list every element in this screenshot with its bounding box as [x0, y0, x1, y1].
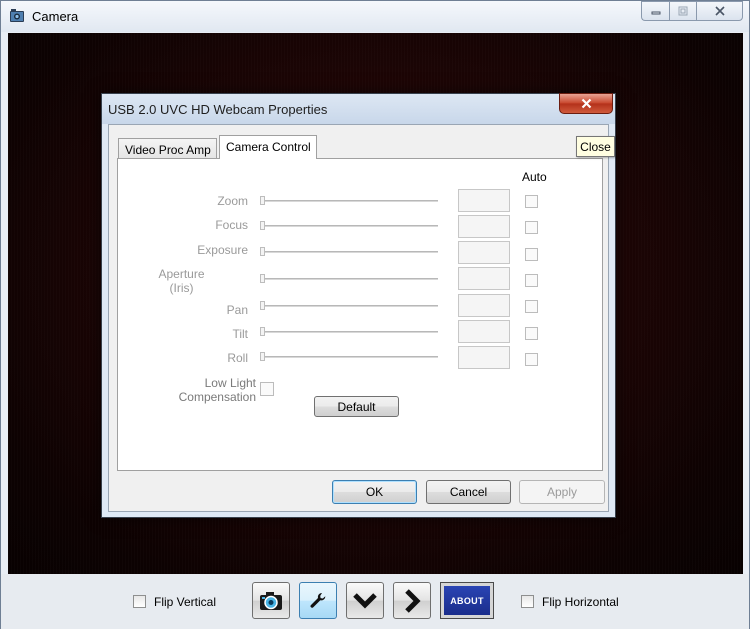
- aperture-label: Aperture (Iris): [158, 267, 205, 295]
- exposure-auto-checkbox: [525, 248, 538, 261]
- close-button[interactable]: [696, 1, 743, 21]
- camera-app-icon: [10, 9, 24, 22]
- dialog-close-button[interactable]: [559, 93, 613, 114]
- apply-button: Apply: [519, 480, 605, 504]
- close-icon: [581, 98, 591, 109]
- maximize-icon: [678, 6, 688, 16]
- properties-dialog: USB 2.0 UVC HD Webcam Properties Video P…: [101, 93, 616, 518]
- flip-vertical-label[interactable]: Flip Vertical: [154, 595, 216, 609]
- exposure-slider-track: [262, 251, 438, 253]
- minimize-button[interactable]: [641, 1, 669, 21]
- flip-horizontal-label[interactable]: Flip Horizontal: [542, 595, 619, 609]
- bottom-toolbar: Flip Vertical ABOUT Flip Horizontal: [1, 574, 749, 629]
- pan-auto-checkbox: [525, 300, 538, 313]
- tab-video-proc-amp[interactable]: Video Proc Amp: [118, 138, 217, 159]
- dialog-body: Video Proc Amp Camera Control Auto Zoom …: [108, 124, 609, 512]
- camera-control-panel: Auto Zoom Focus Exposure Aperture (Iris): [117, 158, 603, 471]
- pan-value-field: [458, 294, 510, 317]
- zoom-slider-thumb: [260, 196, 265, 205]
- camera-icon: [260, 591, 282, 610]
- zoom-slider-track: [262, 200, 438, 202]
- tilt-slider-track: [262, 331, 438, 333]
- about-label: ABOUT: [444, 586, 490, 615]
- aperture-value-field: [458, 267, 510, 290]
- aperture-slider-track: [262, 278, 438, 280]
- focus-slider-track: [262, 225, 438, 227]
- pan-label: Pan: [226, 303, 248, 317]
- focus-auto-checkbox: [525, 221, 538, 234]
- next-button[interactable]: [393, 582, 431, 619]
- exposure-value-field: [458, 241, 510, 264]
- aperture-auto-checkbox: [525, 274, 538, 287]
- pan-slider-thumb: [260, 301, 265, 310]
- focus-slider-thumb: [260, 221, 265, 230]
- tab-camera-control[interactable]: Camera Control: [219, 135, 317, 159]
- roll-slider-thumb: [260, 352, 265, 361]
- close-tooltip: Close: [576, 136, 615, 157]
- settings-button[interactable]: [299, 582, 337, 619]
- exposure-slider-thumb: [260, 247, 265, 256]
- title-bar[interactable]: Camera: [1, 1, 749, 32]
- about-button[interactable]: ABOUT: [440, 582, 494, 619]
- ok-button[interactable]: OK: [332, 480, 417, 504]
- tilt-value-field: [458, 320, 510, 343]
- zoom-label: Zoom: [217, 194, 248, 208]
- roll-label: Roll: [227, 351, 248, 365]
- cancel-button[interactable]: Cancel: [426, 480, 511, 504]
- maximize-button[interactable]: [669, 1, 696, 21]
- tilt-label: Tilt: [232, 327, 248, 341]
- capture-photo-button[interactable]: [252, 582, 290, 619]
- aperture-slider-thumb: [260, 274, 265, 283]
- close-icon: [714, 6, 725, 16]
- dialog-title: USB 2.0 UVC HD Webcam Properties: [108, 102, 328, 117]
- roll-auto-checkbox: [525, 353, 538, 366]
- auto-column-header: Auto: [522, 170, 547, 184]
- focus-label: Focus: [215, 218, 248, 232]
- low-light-compensation-label: Low Light Compensation: [178, 376, 256, 404]
- flip-horizontal-checkbox[interactable]: [521, 595, 534, 608]
- roll-slider-track: [262, 356, 438, 358]
- window-title: Camera: [32, 9, 79, 24]
- caption-buttons: [641, 1, 743, 21]
- low-light-compensation-checkbox[interactable]: [260, 382, 274, 396]
- expand-button[interactable]: [346, 582, 384, 619]
- focus-value-field: [458, 215, 510, 238]
- chevron-down-icon: [353, 592, 377, 609]
- minimize-icon: [651, 11, 660, 15]
- dialog-title-bar[interactable]: USB 2.0 UVC HD Webcam Properties: [102, 93, 615, 124]
- exposure-label: Exposure: [197, 243, 248, 257]
- flip-vertical-checkbox[interactable]: [133, 595, 146, 608]
- zoom-value-field: [458, 189, 510, 212]
- roll-value-field: [458, 346, 510, 369]
- zoom-auto-checkbox: [525, 195, 538, 208]
- pan-slider-track: [262, 305, 438, 307]
- tilt-auto-checkbox: [525, 327, 538, 340]
- default-button[interactable]: Default: [314, 396, 399, 417]
- chevron-right-icon: [405, 588, 421, 613]
- tilt-slider-thumb: [260, 327, 265, 336]
- wrench-icon: [310, 592, 326, 608]
